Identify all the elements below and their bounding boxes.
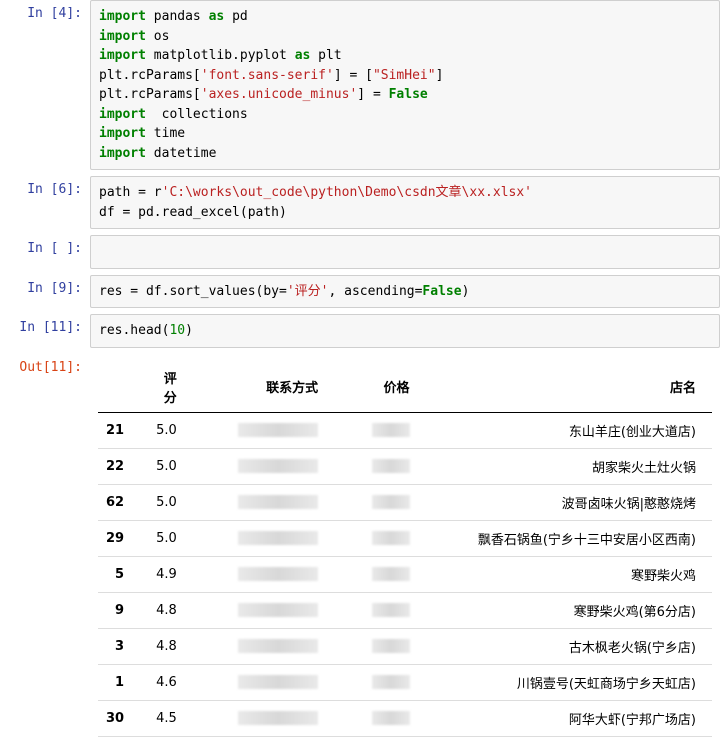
row-index: 9 bbox=[98, 592, 140, 628]
row-index: 1 bbox=[98, 664, 140, 700]
cell-rating: 4.9 bbox=[140, 556, 193, 592]
table-row: 295.0 飘香石锅鱼(宁乡十三中安居小区西南) bbox=[98, 520, 712, 556]
prompt-out-11: Out[11]: bbox=[0, 354, 90, 737]
col-rating: 评分 bbox=[140, 362, 193, 413]
cell-in-6: In [6]: path = r'C:\works\out_code\pytho… bbox=[0, 176, 720, 229]
cell-price-blurred bbox=[334, 448, 425, 484]
code-content: res = df.sort_values(by='评分', ascending=… bbox=[99, 282, 711, 302]
table-row: 215.0 东山羊庄(创业大道店) bbox=[98, 412, 712, 448]
cell-contact-blurred bbox=[193, 556, 334, 592]
cell-rating: 4.6 bbox=[140, 664, 193, 700]
code-content: import pandas as pd import os import mat… bbox=[99, 7, 711, 163]
col-index bbox=[98, 362, 140, 413]
cell-in-empty: In [ ]: bbox=[0, 235, 720, 269]
cell-price-blurred bbox=[334, 520, 425, 556]
cell-shopname: 胡家柴火土灶火锅 bbox=[426, 448, 712, 484]
cell-contact-blurred bbox=[193, 592, 334, 628]
col-shopname: 店名 bbox=[426, 362, 712, 413]
code-input-9[interactable]: res = df.sort_values(by='评分', ascending=… bbox=[90, 275, 720, 309]
cell-shopname: 古木枫老火锅(宁乡店) bbox=[426, 628, 712, 664]
code-input-6[interactable]: path = r'C:\works\out_code\python\Demo\c… bbox=[90, 176, 720, 229]
row-index: 3 bbox=[98, 628, 140, 664]
table-row: 54.9 寒野柴火鸡 bbox=[98, 556, 712, 592]
cell-contact-blurred bbox=[193, 664, 334, 700]
prompt-in-11: In [11]: bbox=[0, 314, 90, 348]
cell-contact-blurred bbox=[193, 484, 334, 520]
col-contact: 联系方式 bbox=[193, 362, 334, 413]
cell-rating: 5.0 bbox=[140, 448, 193, 484]
cell-price-blurred bbox=[334, 556, 425, 592]
table-row: 304.5 阿华大虾(宁邦广场店) bbox=[98, 700, 712, 736]
cell-shopname: 川锅壹号(天虹商场宁乡天虹店) bbox=[426, 664, 712, 700]
cell-rating: 5.0 bbox=[140, 412, 193, 448]
cell-in-4: In [4]: import pandas as pd import os im… bbox=[0, 0, 720, 170]
table-row: 94.8 寒野柴火鸡(第6分店) bbox=[98, 592, 712, 628]
prompt-in-9: In [9]: bbox=[0, 275, 90, 309]
row-index: 21 bbox=[98, 412, 140, 448]
table-row: 225.0 胡家柴火土灶火锅 bbox=[98, 448, 712, 484]
cell-shopname: 寒野柴火鸡 bbox=[426, 556, 712, 592]
cell-price-blurred bbox=[334, 628, 425, 664]
cell-rating: 4.5 bbox=[140, 700, 193, 736]
cell-shopname: 阿华大虾(宁邦广场店) bbox=[426, 700, 712, 736]
cell-price-blurred bbox=[334, 592, 425, 628]
cell-out-11: Out[11]: 评分 联系方式 价格 店名 215.0东山羊庄(创业大道店)2… bbox=[0, 354, 720, 737]
cell-contact-blurred bbox=[193, 448, 334, 484]
cell-shopname: 波哥卤味火锅|憨憨烧烤 bbox=[426, 484, 712, 520]
cell-in-11: In [11]: res.head(10) bbox=[0, 314, 720, 348]
cell-shopname: 东山羊庄(创业大道店) bbox=[426, 412, 712, 448]
code-content bbox=[99, 242, 711, 262]
table-row: 34.8 古木枫老火锅(宁乡店) bbox=[98, 628, 712, 664]
cell-contact-blurred bbox=[193, 412, 334, 448]
code-input-4[interactable]: import pandas as pd import os import mat… bbox=[90, 0, 720, 170]
table-head: 评分 联系方式 价格 店名 bbox=[98, 362, 712, 413]
cell-rating: 4.8 bbox=[140, 592, 193, 628]
cell-rating: 5.0 bbox=[140, 520, 193, 556]
cell-contact-blurred bbox=[193, 520, 334, 556]
cell-contact-blurred bbox=[193, 628, 334, 664]
row-index: 29 bbox=[98, 520, 140, 556]
cell-rating: 5.0 bbox=[140, 484, 193, 520]
code-input-empty[interactable] bbox=[90, 235, 720, 269]
prompt-in-6: In [6]: bbox=[0, 176, 90, 229]
row-index: 22 bbox=[98, 448, 140, 484]
prompt-in-4: In [4]: bbox=[0, 0, 90, 170]
table-body: 215.0东山羊庄(创业大道店)225.0胡家柴火土灶火锅625.0波哥卤味火锅… bbox=[98, 412, 712, 736]
code-content: res.head(10) bbox=[99, 321, 711, 341]
cell-shopname: 寒野柴火鸡(第6分店) bbox=[426, 592, 712, 628]
dataframe-table: 评分 联系方式 价格 店名 215.0东山羊庄(创业大道店)225.0胡家柴火土… bbox=[98, 362, 712, 737]
output-area-11: 评分 联系方式 价格 店名 215.0东山羊庄(创业大道店)225.0胡家柴火土… bbox=[90, 354, 720, 737]
code-input-11[interactable]: res.head(10) bbox=[90, 314, 720, 348]
row-index: 30 bbox=[98, 700, 140, 736]
prompt-in-empty: In [ ]: bbox=[0, 235, 90, 269]
cell-rating: 4.8 bbox=[140, 628, 193, 664]
code-content: path = r'C:\works\out_code\python\Demo\c… bbox=[99, 183, 711, 222]
row-index: 62 bbox=[98, 484, 140, 520]
cell-shopname: 飘香石锅鱼(宁乡十三中安居小区西南) bbox=[426, 520, 712, 556]
table-row: 625.0 波哥卤味火锅|憨憨烧烤 bbox=[98, 484, 712, 520]
cell-price-blurred bbox=[334, 484, 425, 520]
cell-contact-blurred bbox=[193, 700, 334, 736]
cell-price-blurred bbox=[334, 700, 425, 736]
cell-price-blurred bbox=[334, 412, 425, 448]
cell-price-blurred bbox=[334, 664, 425, 700]
col-price: 价格 bbox=[334, 362, 425, 413]
cell-in-9: In [9]: res = df.sort_values(by='评分', as… bbox=[0, 275, 720, 309]
row-index: 5 bbox=[98, 556, 140, 592]
table-row: 14.6 川锅壹号(天虹商场宁乡天虹店) bbox=[98, 664, 712, 700]
